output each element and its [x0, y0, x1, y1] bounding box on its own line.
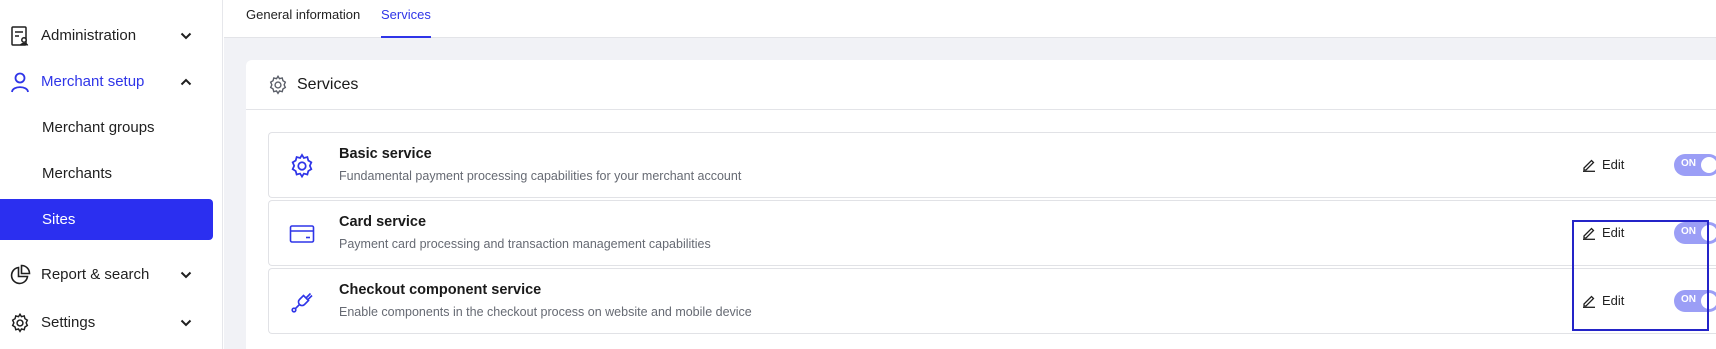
sidebar-subitem-label: Sites: [42, 211, 76, 228]
service-description: Fundamental payment processing capabilit…: [339, 169, 742, 183]
user-icon: [9, 71, 31, 93]
pencil-icon: [1582, 294, 1596, 308]
chevron-down-icon: [179, 316, 193, 330]
pencil-icon: [1582, 158, 1596, 172]
sidebar: Administration Merchant setup Merchant g…: [0, 0, 223, 349]
gear-icon: [9, 312, 31, 334]
sidebar-subitem-merchant-groups[interactable]: Merchant groups: [0, 107, 213, 148]
sidebar-item-report-search[interactable]: Report & search: [0, 254, 213, 295]
chevron-up-icon: [179, 75, 193, 89]
sidebar-item-merchant-setup[interactable]: Merchant setup: [0, 61, 213, 102]
edit-button[interactable]: Edit: [1582, 293, 1624, 308]
edit-label: Edit: [1602, 293, 1625, 308]
card-header: Services: [246, 60, 1716, 110]
plug-icon: [287, 287, 317, 317]
edit-label: Edit: [1602, 225, 1625, 240]
tab-label: Services: [381, 7, 431, 22]
service-row-basic: Basic service Fundamental payment proces…: [268, 132, 1716, 198]
toggle-label: ON: [1681, 158, 1696, 169]
service-description: Enable components in the checkout proces…: [339, 305, 752, 319]
card-title: Services: [297, 75, 359, 93]
tab-general-information[interactable]: General information: [246, 0, 360, 38]
edit-button[interactable]: Edit: [1582, 225, 1624, 240]
sidebar-item-label: Report & search: [41, 266, 150, 283]
sidebar-item-label: Settings: [41, 314, 96, 331]
edit-button[interactable]: Edit: [1582, 157, 1624, 172]
service-toggle[interactable]: ON: [1674, 222, 1716, 244]
sidebar-item-label: Administration: [41, 27, 137, 44]
clipboard-user-icon: [9, 25, 31, 47]
gear-icon: [287, 151, 317, 181]
chevron-down-icon: [179, 29, 193, 43]
toggle-knob: [1701, 157, 1716, 173]
service-description: Payment card processing and transaction …: [339, 237, 711, 251]
sidebar-item-label: Merchant setup: [41, 73, 145, 90]
credit-card-icon: [287, 219, 317, 249]
sidebar-subitem-merchants[interactable]: Merchants: [0, 153, 213, 194]
edit-label: Edit: [1602, 157, 1625, 172]
tab-label: General information: [246, 7, 361, 22]
toggle-label: ON: [1681, 294, 1696, 305]
pencil-icon: [1582, 226, 1596, 240]
service-toggle[interactable]: ON: [1674, 290, 1716, 312]
service-name: Card service: [339, 214, 427, 230]
service-row-card: Card service Payment card processing and…: [268, 200, 1716, 266]
tab-services[interactable]: Services: [381, 0, 431, 38]
toggle-knob: [1701, 225, 1716, 241]
pie-chart-icon: [9, 264, 31, 286]
sidebar-subitem-label: Merchants: [42, 165, 113, 182]
toggle-knob: [1701, 293, 1716, 309]
service-name: Checkout component service: [339, 282, 542, 298]
sidebar-item-settings[interactable]: Settings: [0, 302, 213, 343]
chevron-down-icon: [179, 268, 193, 282]
service-name: Basic service: [339, 146, 432, 162]
main-content: General information Services Services Ba…: [224, 0, 1716, 349]
sidebar-subitem-sites[interactable]: Sites: [0, 199, 213, 240]
tab-bar: General information Services: [224, 0, 1716, 38]
sidebar-subitem-label: Merchant groups: [42, 119, 155, 136]
service-toggle[interactable]: ON: [1674, 154, 1716, 176]
gear-icon: [267, 74, 289, 96]
toggle-label: ON: [1681, 226, 1696, 237]
service-row-checkout-component: Checkout component service Enable compon…: [268, 268, 1716, 334]
services-card: Services Basic service Fundamental payme…: [246, 60, 1716, 349]
sidebar-item-administration[interactable]: Administration: [0, 15, 213, 56]
